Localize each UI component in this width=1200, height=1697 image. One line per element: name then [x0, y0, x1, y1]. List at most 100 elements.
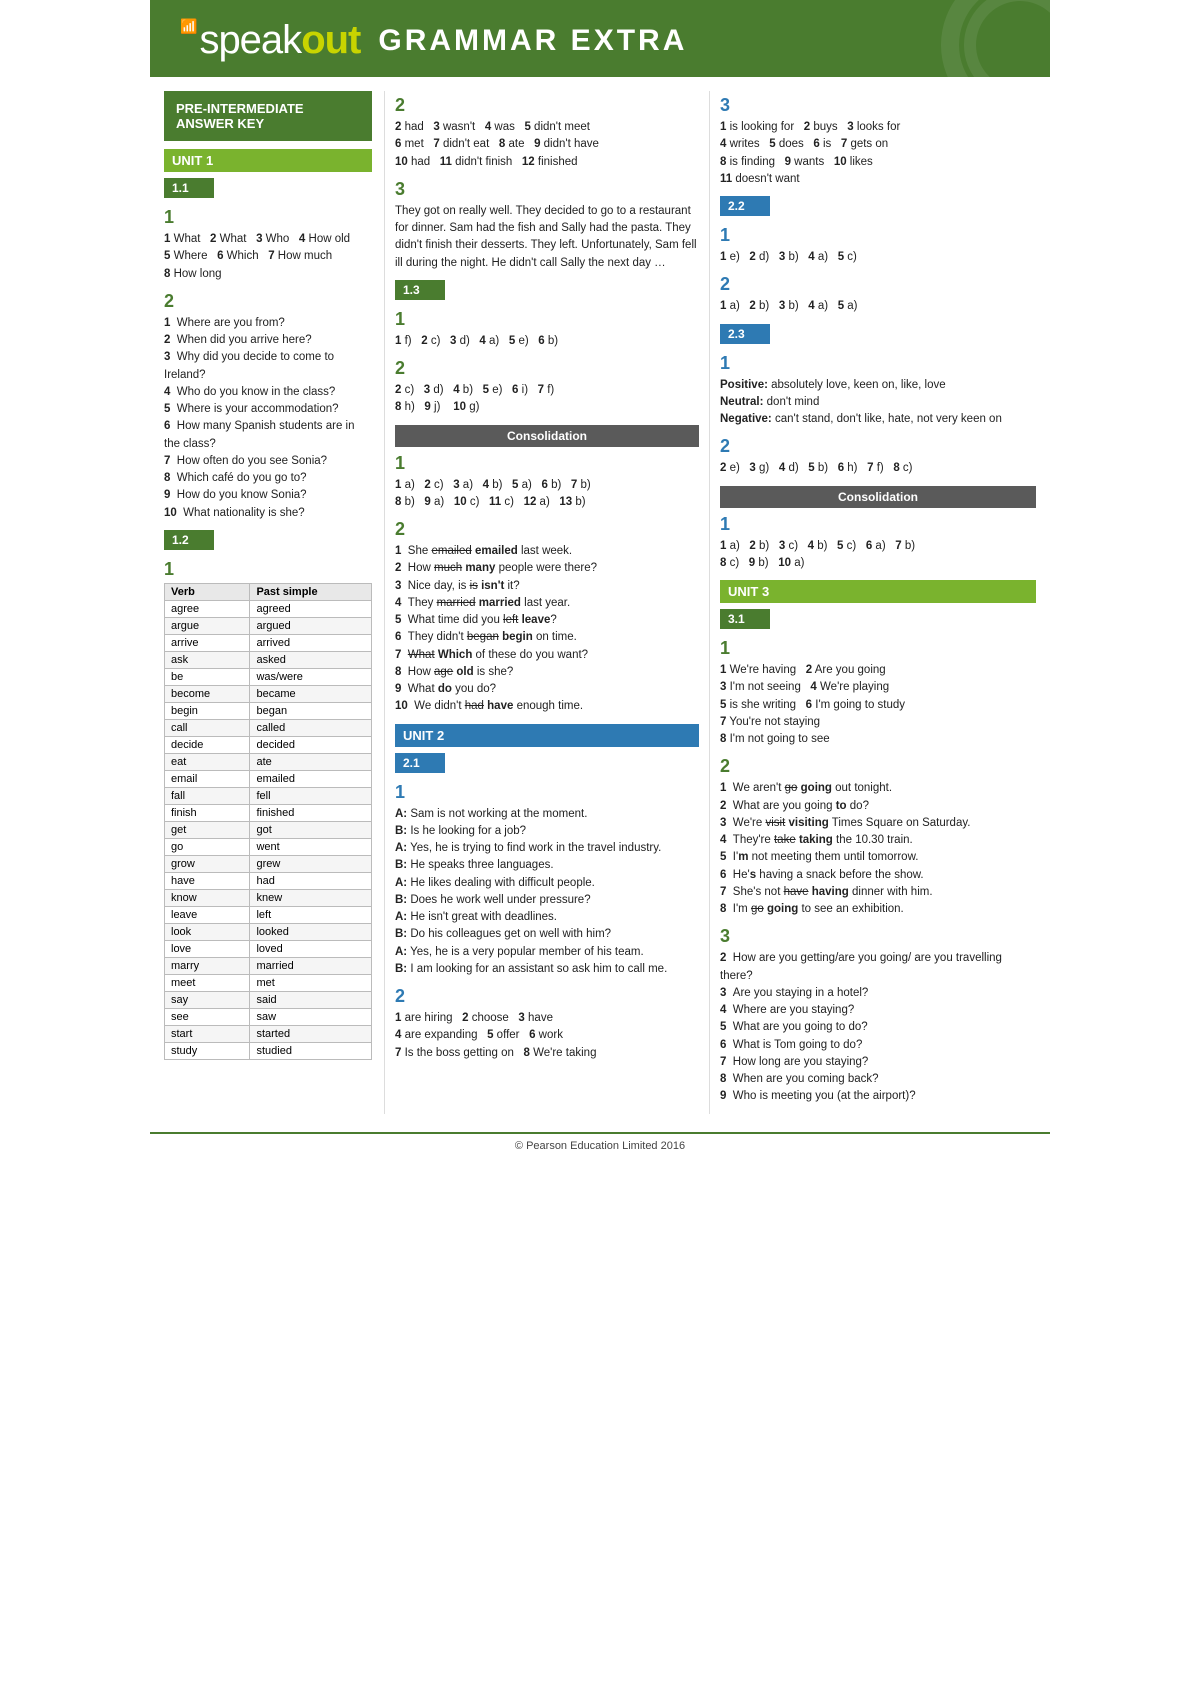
mid-consol-sec1-content: 1 a) 2 c) 3 a) 4 b) 5 a) 6 b) 7 b) 8 b) … — [395, 477, 699, 512]
table-cell: married — [250, 957, 372, 974]
u3-sec1-num: 1 — [720, 638, 1036, 659]
table-cell: email — [165, 770, 250, 787]
consolidation-label: Consolidation — [395, 425, 699, 447]
answer-key-label: PRE-INTERMEDIATE ANSWER KEY — [164, 91, 372, 141]
logo: 📶 speakout — [180, 18, 360, 63]
consol2-sec1-num: 1 — [720, 514, 1036, 535]
table-cell: ask — [165, 651, 250, 668]
table-row: bewas/were — [165, 668, 372, 685]
table-row: gowent — [165, 838, 372, 855]
section-1-content: 1 What 2 What 3 Who 4 How old 5 Where 6 … — [164, 231, 372, 283]
table-cell: looked — [250, 923, 372, 940]
table-cell: ate — [250, 753, 372, 770]
table-cell: leave — [165, 906, 250, 923]
sub-header-2-1: 2.1 — [395, 753, 445, 773]
table-cell: saw — [250, 1008, 372, 1025]
right-column: 3 1 is looking for 2 buys 3 looks for 4 … — [710, 91, 1036, 1114]
table-row: looklooked — [165, 923, 372, 940]
table-row: decidedecided — [165, 736, 372, 753]
table-cell: eat — [165, 753, 250, 770]
right-sec3-content: 1 is looking for 2 buys 3 looks for 4 wr… — [720, 119, 1036, 188]
table-cell: argue — [165, 617, 250, 634]
sub-header-2-3: 2.3 — [720, 324, 770, 344]
table-cell: argued — [250, 617, 372, 634]
u2-3-sec2-num: 2 — [720, 436, 1036, 457]
table-cell: decided — [250, 736, 372, 753]
consolidation2-label: Consolidation — [720, 486, 1036, 508]
table-row: startstarted — [165, 1025, 372, 1042]
table-cell: studied — [250, 1042, 372, 1059]
mid-sec2-content: 2 had 3 wasn't 4 was 5 didn't meet 6 met… — [395, 119, 699, 171]
table-row: havehad — [165, 872, 372, 889]
u2-3-sec1-content: Positive: absolutely love, keen on, like… — [720, 377, 1036, 429]
negative-label: Negative: — [720, 413, 772, 425]
table-cell: agree — [165, 600, 250, 617]
u3-sec2-num: 2 — [720, 756, 1036, 777]
table-cell: finish — [165, 804, 250, 821]
verb-table: Verb Past simple agreeagreedargueargueda… — [164, 583, 372, 1060]
section-num-1: 1 — [164, 207, 372, 228]
table-cell: arrived — [250, 634, 372, 651]
s1-q1: 1 What 2 What 3 Who 4 How old — [164, 233, 350, 245]
table-cell: go — [165, 838, 250, 855]
unit1-header: UNIT 1 — [164, 149, 372, 172]
table-row: studystudied — [165, 1042, 372, 1059]
logo-speak: speak — [199, 18, 301, 63]
mid-consol-sec2-content: 1 She emailed emailed last week. 2 How m… — [395, 543, 699, 716]
u3-sec3-content: 2 How are you getting/are you going/ are… — [720, 950, 1036, 1105]
table-row: emailemailed — [165, 770, 372, 787]
table-cell: started — [250, 1025, 372, 1042]
sub-header-2-2: 2.2 — [720, 196, 770, 216]
table-row: callcalled — [165, 719, 372, 736]
table-cell: fall — [165, 787, 250, 804]
u2-2-sec2-content: 1 a) 2 b) 3 b) 4 a) 5 a) — [720, 298, 1036, 315]
mid-sec3-paragraph: They got on really well. They decided to… — [395, 203, 699, 272]
table-row: finishfinished — [165, 804, 372, 821]
table-cell: had — [250, 872, 372, 889]
table-cell: began — [250, 702, 372, 719]
table-row: saysaid — [165, 991, 372, 1008]
header-decoration — [890, 0, 1050, 77]
sub-header-3-1: 3.1 — [720, 609, 770, 629]
u3-sec2-content: 1 We aren't go going out tonight. 2 What… — [720, 780, 1036, 918]
consol2-sec1-content: 1 a) 2 b) 3 c) 4 b) 5 c) 6 a) 7 b) 8 c) … — [720, 538, 1036, 573]
table-cell: arrive — [165, 634, 250, 651]
table-cell: grow — [165, 855, 250, 872]
right-sec3-num: 3 — [720, 95, 1036, 116]
table-cell: start — [165, 1025, 250, 1042]
left-column: PRE-INTERMEDIATE ANSWER KEY UNIT 1 1.1 1… — [164, 91, 384, 1114]
u3-sec1-content: 1 We're having 2 Are you going 3 I'm not… — [720, 662, 1036, 748]
table-row: askasked — [165, 651, 372, 668]
table-cell: went — [250, 838, 372, 855]
u2-3-sec2-content: 2 e) 3 g) 4 d) 5 b) 6 h) 7 f) 8 c) — [720, 460, 1036, 477]
unit3-header: UNIT 3 — [720, 580, 1036, 603]
logo-wifi-icon: 📶 — [180, 18, 197, 35]
u2-sec1-dialog: A: Sam is not working at the moment. B: … — [395, 806, 699, 979]
table-row: fallfell — [165, 787, 372, 804]
past-simple-col-header: Past simple — [250, 583, 372, 600]
u2-2-sec2-num: 2 — [720, 274, 1036, 295]
table-cell: got — [250, 821, 372, 838]
mid-1-3-sec1-num: 1 — [395, 309, 699, 330]
header-title: GRAMMAR EXTRA — [378, 24, 687, 58]
middle-column: 2 2 had 3 wasn't 4 was 5 didn't meet 6 m… — [384, 91, 710, 1114]
table-cell: love — [165, 940, 250, 957]
sub-header-1-3: 1.3 — [395, 280, 445, 300]
u3-sec3-num: 3 — [720, 926, 1036, 947]
table-cell: become — [165, 685, 250, 702]
mid-1-3-sec2-content: 2 c) 3 d) 4 b) 5 e) 6 i) 7 f) 8 h) 9 j) … — [395, 382, 699, 417]
u2-sec1-num: 1 — [395, 782, 699, 803]
page-header: 📶 speakout GRAMMAR EXTRA — [150, 0, 1050, 77]
table-row: beginbegan — [165, 702, 372, 719]
table-cell: emailed — [250, 770, 372, 787]
table-cell: call — [165, 719, 250, 736]
table-cell: called — [250, 719, 372, 736]
logo-out: out — [301, 18, 360, 63]
table-cell: meet — [165, 974, 250, 991]
u2-sec2-content: 1 are hiring 2 choose 3 have 4 are expan… — [395, 1010, 699, 1062]
sub-header-1-2: 1.2 — [164, 530, 214, 550]
mid-1-3-sec2-num: 2 — [395, 358, 699, 379]
mid-1-3-sec1-content: 1 f) 2 c) 3 d) 4 a) 5 e) 6 b) — [395, 333, 699, 350]
table-cell: left — [250, 906, 372, 923]
table-row: arrivearrived — [165, 634, 372, 651]
